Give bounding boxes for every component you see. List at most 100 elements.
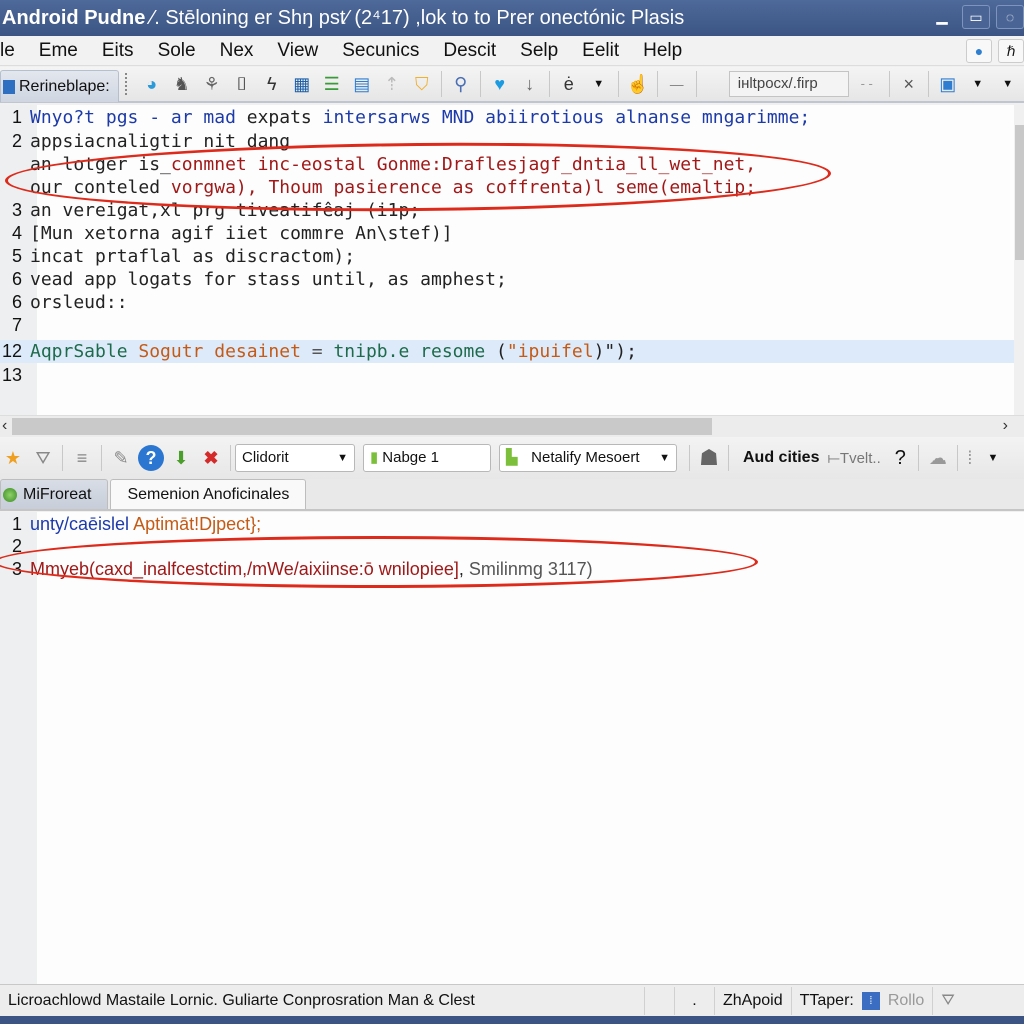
bar-icon[interactable]: ⏤	[664, 71, 690, 97]
line-number: 5	[11, 246, 22, 266]
code-line[interactable]: 2	[0, 535, 1014, 558]
audits-label[interactable]: Aud cities	[743, 449, 819, 467]
status-mode[interactable]: ZhApoid	[715, 986, 792, 1015]
maximize-button[interactable]: ▭	[962, 5, 990, 29]
code-line[interactable]: 1 Wnyo?t pgs - ar mad expats intersarws M…	[0, 106, 1014, 129]
scrollbar-thumb[interactable]	[12, 418, 712, 435]
package-icon[interactable]: ▣	[935, 71, 961, 97]
minimize-button[interactable]: ▁	[928, 5, 956, 29]
arrow-up-icon[interactable]: ⇡	[379, 71, 405, 97]
close-button[interactable]: ◌	[996, 5, 1024, 29]
close-search-button[interactable]: ×	[896, 71, 922, 97]
code-line[interactable]: 5 incat prtaflal as discractom);	[0, 245, 1014, 268]
code-token: an vereigat,xl prg tiveatifêaj (i1p;	[30, 200, 421, 221]
code-line[interactable]: 13	[0, 364, 1014, 387]
star-icon[interactable]: ★	[0, 445, 26, 471]
android-icon[interactable]: ☗	[696, 445, 722, 471]
code-line[interactable]: 7	[0, 314, 1014, 337]
tab-label: MiFroreat	[23, 485, 92, 503]
tab-mifroreat[interactable]: MiFroreat	[0, 479, 109, 509]
code-line[interactable]: our conteled vorgwa), Thoum pasierence a…	[0, 176, 1014, 199]
separator	[101, 445, 102, 471]
delete-icon[interactable]: ✖	[198, 445, 224, 471]
down-arrow-icon[interactable]: ↓	[517, 71, 543, 97]
device-dropdown[interactable]: ▙ Netalify Mesoert ▼	[499, 444, 677, 472]
search-input[interactable]: iнltpocx/.firp	[728, 71, 849, 97]
code-token: intersarws MND abiirotious alnanse mngar…	[322, 107, 811, 128]
font-icon[interactable]: ℏ	[998, 39, 1024, 63]
help-icon[interactable]: ?	[138, 445, 164, 471]
menu-selp[interactable]: Selp	[508, 40, 570, 62]
separator	[695, 71, 697, 97]
code-token: incat prtaflal as discractom);	[30, 246, 356, 267]
status-taper-value[interactable]: Rollo	[880, 986, 934, 1015]
more-options[interactable]: - -	[851, 71, 883, 97]
code-line[interactable]: 1 unty/caēislel Aptimāt!Djpect};	[0, 513, 1014, 536]
dropdown-icon[interactable]: ▼	[995, 71, 1021, 97]
code-line[interactable]: an lotger is_conmnet inc-eostal Gonme:Dr…	[0, 153, 1014, 176]
dropdown-icon[interactable]: ▼	[586, 71, 612, 97]
menu-secunics[interactable]: Secunics	[330, 40, 431, 62]
code-line[interactable]: 4 [Mun xetorna agif iiet commre An\stef)]	[0, 222, 1014, 245]
align-icon[interactable]: ≡	[69, 445, 95, 471]
tools-icon[interactable]: ✎	[108, 445, 134, 471]
menu-descit[interactable]: Descit	[431, 40, 508, 62]
code-line[interactable]: 12 AqprSable Sogutr desainet = tnipb.e re…	[0, 340, 1014, 363]
code-line[interactable]: 6 orsleud::	[0, 291, 1014, 314]
lightning-icon[interactable]: ϟ	[259, 71, 285, 97]
code-line[interactable]: 6 vead app logats for stass until, as amp…	[0, 268, 1014, 291]
menu-eelit[interactable]: Eelit	[570, 40, 631, 62]
menu-eits[interactable]: Eits	[90, 40, 146, 62]
scroll-right-arrow[interactable]: ›	[1003, 416, 1008, 436]
separator	[917, 445, 919, 471]
filter-icon[interactable]: ⛛	[933, 987, 962, 1015]
menu-sole[interactable]: Sole	[146, 40, 208, 62]
tab-label: Semenion Anoficinales	[127, 485, 290, 503]
help-button[interactable]: ?	[895, 447, 906, 470]
search-key-icon[interactable]: ⚲	[448, 71, 474, 97]
filter-icon[interactable]: ⛛	[30, 445, 56, 471]
globe-icon[interactable]: ●	[966, 39, 992, 63]
line-number: 1	[11, 107, 22, 127]
badge-field[interactable]: ▮ Nabge 1	[363, 444, 491, 472]
shield-icon[interactable]: ⛉	[409, 71, 435, 97]
overflow-icon[interactable]: ⁞	[964, 445, 976, 471]
menu-view[interactable]: View	[265, 40, 330, 62]
separator	[617, 71, 619, 97]
config-dropdown[interactable]: Clidorit ▼	[235, 444, 355, 472]
menu-help[interactable]: Help	[631, 40, 694, 62]
menu-file[interactable]: le	[0, 40, 27, 62]
code-token: conmnet inc-eostal	[170, 154, 377, 175]
code-editor-bottom[interactable]: 1 unty/caēislel Aptimāt!Djpect}; 2 3 Mmyeb(c…	[0, 512, 1024, 984]
code-line[interactable]: 3 an vereigat,xl prg tiveatifêaj (i1p;	[0, 199, 1014, 222]
code-line[interactable]: 3 Mmyeb(caxd_inalfcestctim,/mWe/aixiinse:…	[0, 558, 1014, 581]
bracket-icon[interactable]: ⌷	[229, 71, 255, 97]
twitter-icon[interactable]: ♥	[487, 71, 513, 97]
refresh-icon[interactable]: ė	[556, 71, 582, 97]
download-icon[interactable]: ⬇	[168, 445, 194, 471]
dropdown-icon[interactable]: ▼	[980, 445, 1006, 471]
list-icon[interactable]: ☰	[319, 71, 345, 97]
horizontal-scrollbar[interactable]: ‹ ›	[0, 415, 1024, 437]
chat-icon[interactable]: ◕	[139, 71, 165, 97]
toolbar-grip[interactable]	[124, 73, 131, 95]
tweak-label[interactable]: ⟝Tvelt..	[827, 450, 880, 467]
bird-icon[interactable]: ♞	[169, 71, 195, 97]
plant-icon[interactable]: ⚘	[199, 71, 225, 97]
code-editor-top[interactable]: 1 Wnyo?t pgs - ar mad expats intersarws M…	[0, 105, 1024, 415]
scrollbar-thumb[interactable]	[1015, 125, 1024, 260]
device-icon[interactable]: ▤	[349, 71, 375, 97]
editor-tabs: MiFroreat Semenion Anoficinales	[0, 479, 1024, 511]
line-number: 13	[1, 365, 22, 385]
image-icon[interactable]: ▦	[289, 71, 315, 97]
menu-nex[interactable]: Nex	[208, 40, 266, 62]
vertical-scrollbar[interactable]	[1014, 105, 1024, 415]
dropdown-icon[interactable]: ▼	[965, 71, 991, 97]
menu-edit[interactable]: Eme	[27, 40, 90, 62]
hand-icon[interactable]: ☝	[625, 71, 651, 97]
scroll-left-arrow[interactable]: ‹	[2, 416, 7, 436]
perspective-tab[interactable]: Rerineblape:	[0, 70, 119, 102]
cloud-icon[interactable]: ☁	[925, 445, 951, 471]
tab-semenion[interactable]: Semenion Anoficinales	[110, 479, 307, 509]
code-line[interactable]: 2 appsiacnaligtir nit dang	[0, 130, 1014, 153]
